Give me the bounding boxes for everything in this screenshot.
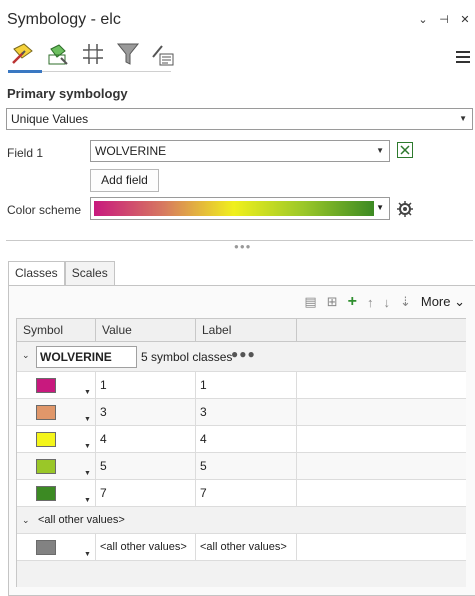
section-title: Primary symbology <box>7 86 128 101</box>
tab-scales[interactable]: Scales <box>64 261 115 285</box>
gear-icon[interactable] <box>397 201 413 220</box>
symbol-layers-button[interactable] <box>78 39 106 69</box>
close-icon[interactable]: ✕ <box>459 13 471 26</box>
chevron-down-icon: ▼ <box>459 114 467 123</box>
sort-icon[interactable]: ⇣ <box>400 294 411 310</box>
collapse-chevron-icon[interactable]: ⌄ <box>22 515 30 526</box>
label-cell[interactable]: <all other values> <box>196 534 297 560</box>
add-field-button[interactable]: Add field <box>90 169 159 192</box>
symbol-swatch[interactable] <box>36 432 56 447</box>
splitter-grip-icon[interactable]: ●●● <box>234 242 252 251</box>
label-cell[interactable]: 4 <box>196 426 297 452</box>
table-row[interactable]: ▼ 4 4 <box>17 426 466 453</box>
value-cell[interactable]: 7 <box>96 480 196 506</box>
collapse-chevron-icon[interactable]: ⌄ <box>22 350 30 361</box>
value-cell[interactable]: 5 <box>96 453 196 479</box>
renderer-select[interactable]: Unique Values ▼ <box>6 108 473 130</box>
label-cell[interactable]: 1 <box>196 372 297 398</box>
add-all-values-icon[interactable]: ⊞ <box>327 294 338 310</box>
move-down-icon[interactable]: ↓ <box>383 295 390 310</box>
symbol-swatch[interactable] <box>36 540 56 555</box>
header-label[interactable]: Label <box>196 319 297 342</box>
field1-select[interactable]: WOLVERINE ▼ <box>90 140 390 162</box>
color-scheme-label: Color scheme <box>7 203 82 217</box>
tab-strip: Classes Scales <box>8 261 115 286</box>
table-row[interactable]: ▼ 3 3 <box>17 399 466 426</box>
table-row[interactable]: ▼ <all other values> <all other values> <box>17 534 466 561</box>
table-row[interactable]: ▼ 7 7 <box>17 480 466 507</box>
vary-symbology-button[interactable] <box>43 39 71 69</box>
label-cell[interactable]: 7 <box>196 480 297 506</box>
class-actions: ▤ ⊞ + ↑ ↓ ⇣ More ⌄ <box>304 293 465 311</box>
more-button[interactable]: More ⌄ <box>421 294 465 310</box>
symbol-swatch[interactable] <box>36 459 56 474</box>
symbol-layers-icon <box>83 44 103 64</box>
label-cell[interactable]: 5 <box>196 453 297 479</box>
group-options-icon[interactable]: ●●● <box>231 347 256 361</box>
primary-symbology-icon <box>12 43 33 64</box>
primary-symbology-button[interactable] <box>8 39 36 69</box>
value-cell[interactable]: <all other values> <box>96 534 196 560</box>
window-controls: ⌄ ⊣ ✕ <box>417 13 471 26</box>
tab-classes[interactable]: Classes <box>8 261 65 286</box>
move-up-icon[interactable]: ↑ <box>367 295 374 310</box>
field1-value: WOLVERINE <box>95 144 167 158</box>
value-cell[interactable]: 4 <box>96 426 196 452</box>
other-values-header: ⌄ <all other values> <box>17 507 466 534</box>
renderer-value: Unique Values <box>11 112 89 126</box>
value-cell[interactable]: 3 <box>96 399 196 425</box>
symbol-swatch[interactable] <box>36 378 56 393</box>
chevron-down-icon[interactable]: ⌄ <box>417 13 429 26</box>
vary-symbology-icon <box>48 44 68 65</box>
pane-splitter[interactable] <box>6 240 473 241</box>
table-view-icon[interactable]: ▤ <box>304 294 316 310</box>
label-cell[interactable]: 3 <box>196 399 297 425</box>
add-icon[interactable]: + <box>348 293 357 311</box>
label-classes-button[interactable] <box>148 39 176 69</box>
chevron-down-icon: ▼ <box>376 146 384 155</box>
color-scheme-gradient <box>94 201 374 216</box>
group-name-field[interactable]: WOLVERINE <box>36 346 137 368</box>
header-value[interactable]: Value <box>96 319 196 342</box>
group-count: 5 symbol classes <box>141 350 233 364</box>
filter-button[interactable] <box>113 39 141 69</box>
classes-grid: Symbol Value Label ⌄ WOLVERINE 5 symbol … <box>16 318 466 587</box>
filter-icon <box>116 43 140 65</box>
label-classes-icon <box>152 45 174 66</box>
pin-icon[interactable]: ⊣ <box>438 13 450 26</box>
title-bar: Symbology - elc ⌄ ⊣ ✕ <box>0 0 475 38</box>
active-tool-indicator <box>8 70 42 73</box>
value-cell[interactable]: 1 <box>96 372 196 398</box>
color-scheme-select[interactable]: ▼ <box>90 197 390 220</box>
symbol-swatch[interactable] <box>36 486 56 501</box>
table-row[interactable]: ▼ 5 5 <box>17 453 466 480</box>
other-values-title: <all other values> <box>38 514 125 526</box>
table-row[interactable]: ▼ 1 1 <box>17 372 466 399</box>
chevron-down-icon: ▼ <box>376 203 384 212</box>
symbology-toolbar <box>8 39 176 69</box>
field1-label: Field 1 <box>7 146 44 160</box>
menu-icon[interactable] <box>456 51 470 66</box>
expression-icon[interactable] <box>397 142 413 158</box>
symbol-swatch[interactable] <box>36 405 56 420</box>
pane-title: Symbology - elc <box>7 11 121 28</box>
grid-header: Symbol Value Label <box>17 318 466 342</box>
chevron-down-icon[interactable]: ▼ <box>84 542 91 568</box>
header-symbol[interactable]: Symbol <box>17 319 96 342</box>
group-row: ⌄ WOLVERINE 5 symbol classes ●●● <box>17 342 466 372</box>
